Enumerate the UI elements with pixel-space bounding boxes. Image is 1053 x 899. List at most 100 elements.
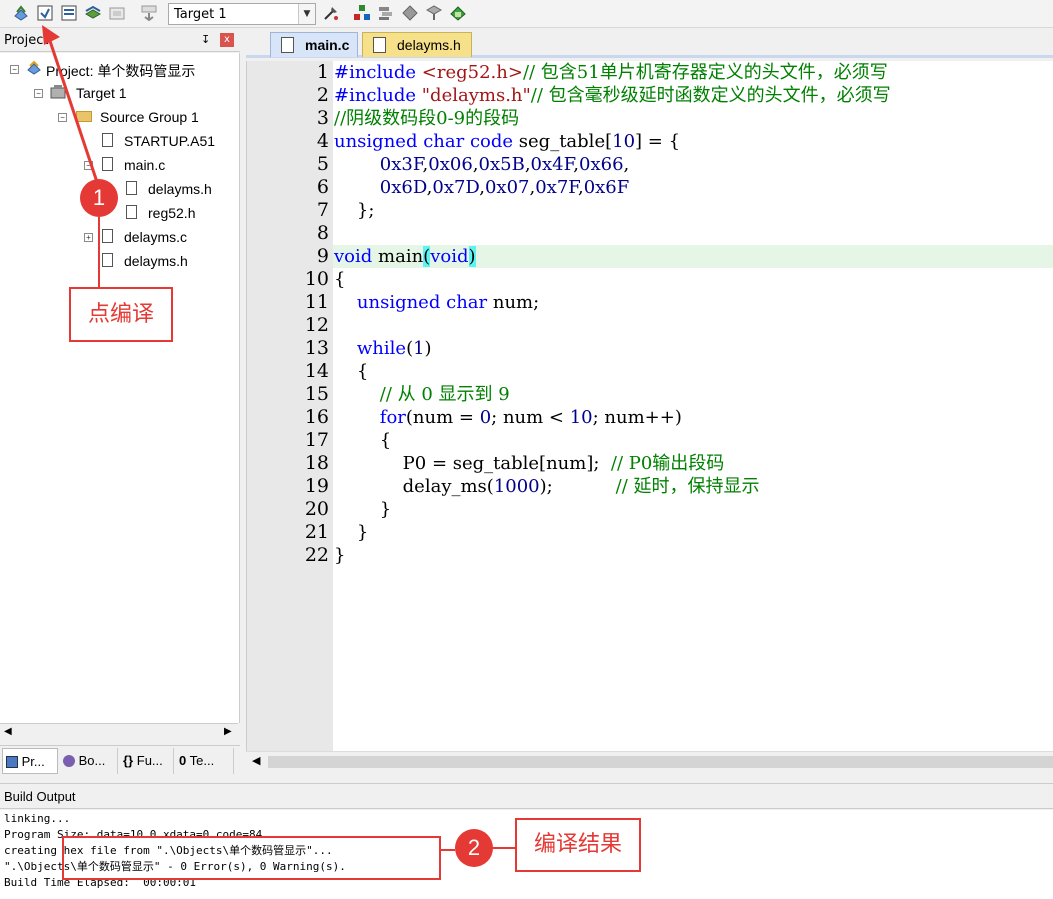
line-number: 14: [304, 360, 329, 382]
build-output-title: Build Output: [4, 789, 76, 804]
toolbar: Target 1 ▼: [0, 0, 1053, 28]
target-select[interactable]: Target 1 ▼: [168, 3, 316, 25]
functions-tab-icon: {}: [123, 753, 134, 768]
tab-templates[interactable]: 0 Te...: [176, 748, 234, 774]
code-line: 0x6D,0x7D,0x07,0x7F,0x6F: [379, 177, 630, 198]
tab-functions-label: Fu...: [136, 753, 163, 768]
tree-node-delayms-h[interactable]: delayms.h: [0, 251, 240, 273]
code-line: delay_ms(1000); // 延时，保持显示: [334, 476, 760, 497]
code-line: {: [334, 430, 392, 451]
line-number: 10: [304, 268, 329, 290]
editor-horizontal-scrollbar[interactable]: ◀: [246, 751, 1053, 771]
line-number: 13: [304, 337, 329, 359]
line-number: 20: [304, 498, 329, 520]
line-number: 6: [316, 176, 329, 198]
books-tab-icon: [63, 755, 75, 767]
tree-node-delayms-h-include[interactable]: delayms.h: [0, 179, 240, 201]
line-number: 2: [316, 84, 329, 106]
code-line: while(1): [356, 338, 432, 359]
code-line: }: [334, 499, 392, 520]
project-panel-header: Project ↧ x: [0, 30, 240, 52]
pin-icon[interactable]: ↧: [201, 33, 210, 46]
manage-components-icon[interactable]: [353, 4, 371, 22]
tab-main-c[interactable]: main.c: [270, 32, 358, 57]
tree-node-project[interactable]: − Project: 单个数码管显示: [0, 59, 240, 81]
line-number: 22: [304, 544, 329, 566]
code-line: // 从 0 显示到 9: [379, 384, 510, 405]
code-line: {: [334, 269, 346, 290]
target-select-value: Target 1: [174, 7, 227, 22]
build-line: linking...: [4, 812, 71, 825]
expand-icon[interactable]: +: [84, 233, 93, 242]
close-icon[interactable]: x: [220, 33, 234, 47]
file-icon: [126, 205, 137, 219]
code-line: {: [334, 361, 369, 382]
line-number: 3: [316, 107, 329, 129]
annotation-connector: [493, 847, 515, 849]
code-line: P0 = seg_table[num]; // P0输出段码: [334, 453, 725, 474]
tree-node-startup[interactable]: STARTUP.A51: [0, 131, 240, 153]
code-editor[interactable]: 1 2 3 4 5 6 7 8 9 10 11 12 13 14 15 16 1…: [246, 61, 1053, 751]
stop-build-icon[interactable]: [108, 4, 126, 22]
translate-icon[interactable]: [12, 4, 30, 22]
line-number: 9: [316, 245, 329, 267]
tab-project[interactable]: Pr...: [2, 748, 58, 774]
tree-label-startup: STARTUP.A51: [124, 133, 216, 149]
pack-icon[interactable]: [449, 4, 467, 22]
code-line: #include "delayms.h"// 包含毫秒级延时函数定义的头文件，必…: [334, 85, 891, 106]
line-number: 21: [304, 521, 329, 543]
tab-delayms-h[interactable]: delayms.h: [362, 32, 472, 57]
tab-books[interactable]: Bo...: [60, 748, 118, 774]
step-2-label: 编译结果: [515, 818, 641, 872]
file-icon: [126, 181, 137, 195]
tree-node-target[interactable]: − Target 1: [0, 83, 240, 105]
line-number: 19: [304, 475, 329, 497]
build-result-highlight: [62, 836, 441, 880]
scroll-left-icon[interactable]: ◀: [252, 754, 260, 767]
tree-node-main-c[interactable]: − main.c: [0, 155, 240, 177]
step-1-marker: 1: [80, 179, 118, 217]
code-line: #include <reg52.h>// 包含51单片机寄存器定义的头文件，必须…: [334, 62, 888, 83]
file-icon: [281, 37, 294, 53]
code-line: unsigned char code seg_table[10] = {: [334, 131, 681, 152]
project-tree: − Project: 单个数码管显示 − Target 1 − Source G…: [0, 53, 240, 723]
scrollbar-track[interactable]: [268, 756, 1053, 768]
line-number: 15: [304, 383, 329, 405]
scroll-right-icon[interactable]: ▶: [224, 726, 232, 737]
load-icon[interactable]: [140, 4, 158, 22]
tree-node-source-group[interactable]: − Source Group 1: [0, 107, 240, 129]
build-icon[interactable]: [36, 4, 54, 22]
line-number: 5: [316, 153, 329, 175]
line-number: 4: [316, 130, 329, 152]
tab-project-label: Pr...: [21, 754, 45, 769]
line-number: 16: [304, 406, 329, 428]
scroll-left-icon[interactable]: ◀: [4, 726, 12, 737]
select-device-icon[interactable]: [401, 4, 419, 22]
batch-build-icon[interactable]: [84, 4, 102, 22]
tree-node-reg52-h[interactable]: reg52.h: [0, 203, 240, 225]
step-1-label: 点编译: [69, 287, 173, 342]
editor-tab-bar: main.c delayms.h: [246, 30, 1053, 58]
line-number: 17: [304, 429, 329, 451]
rebuild-icon[interactable]: [60, 4, 78, 22]
file-icon: [102, 229, 113, 243]
build-output-header: Build Output: [0, 783, 1053, 809]
line-number: 11: [304, 291, 329, 313]
code-line: //阴级数码段0-9的段码: [334, 108, 520, 129]
code-line: for(num = 0; num < 10; num++): [379, 407, 682, 428]
project-horizontal-scrollbar[interactable]: ◀ ▶: [0, 723, 238, 743]
tab-books-label: Bo...: [78, 753, 106, 768]
line-number: 12: [304, 314, 329, 336]
tree-label-delayms-h: delayms.h: [124, 253, 188, 269]
tree-node-delayms-c[interactable]: + delayms.c: [0, 227, 240, 249]
tab-templates-label: Te...: [189, 753, 215, 768]
file-icon: [102, 253, 113, 267]
manage-runtime-icon[interactable]: [425, 4, 443, 22]
tab-functions[interactable]: {} Fu...: [120, 748, 174, 774]
file-icon: [373, 37, 386, 53]
target-options-icon[interactable]: [322, 4, 340, 22]
collapse-icon[interactable]: −: [10, 65, 19, 74]
chevron-down-icon[interactable]: ▼: [298, 4, 315, 24]
pack-installer-icon[interactable]: [377, 4, 395, 22]
line-number: 18: [304, 452, 329, 474]
